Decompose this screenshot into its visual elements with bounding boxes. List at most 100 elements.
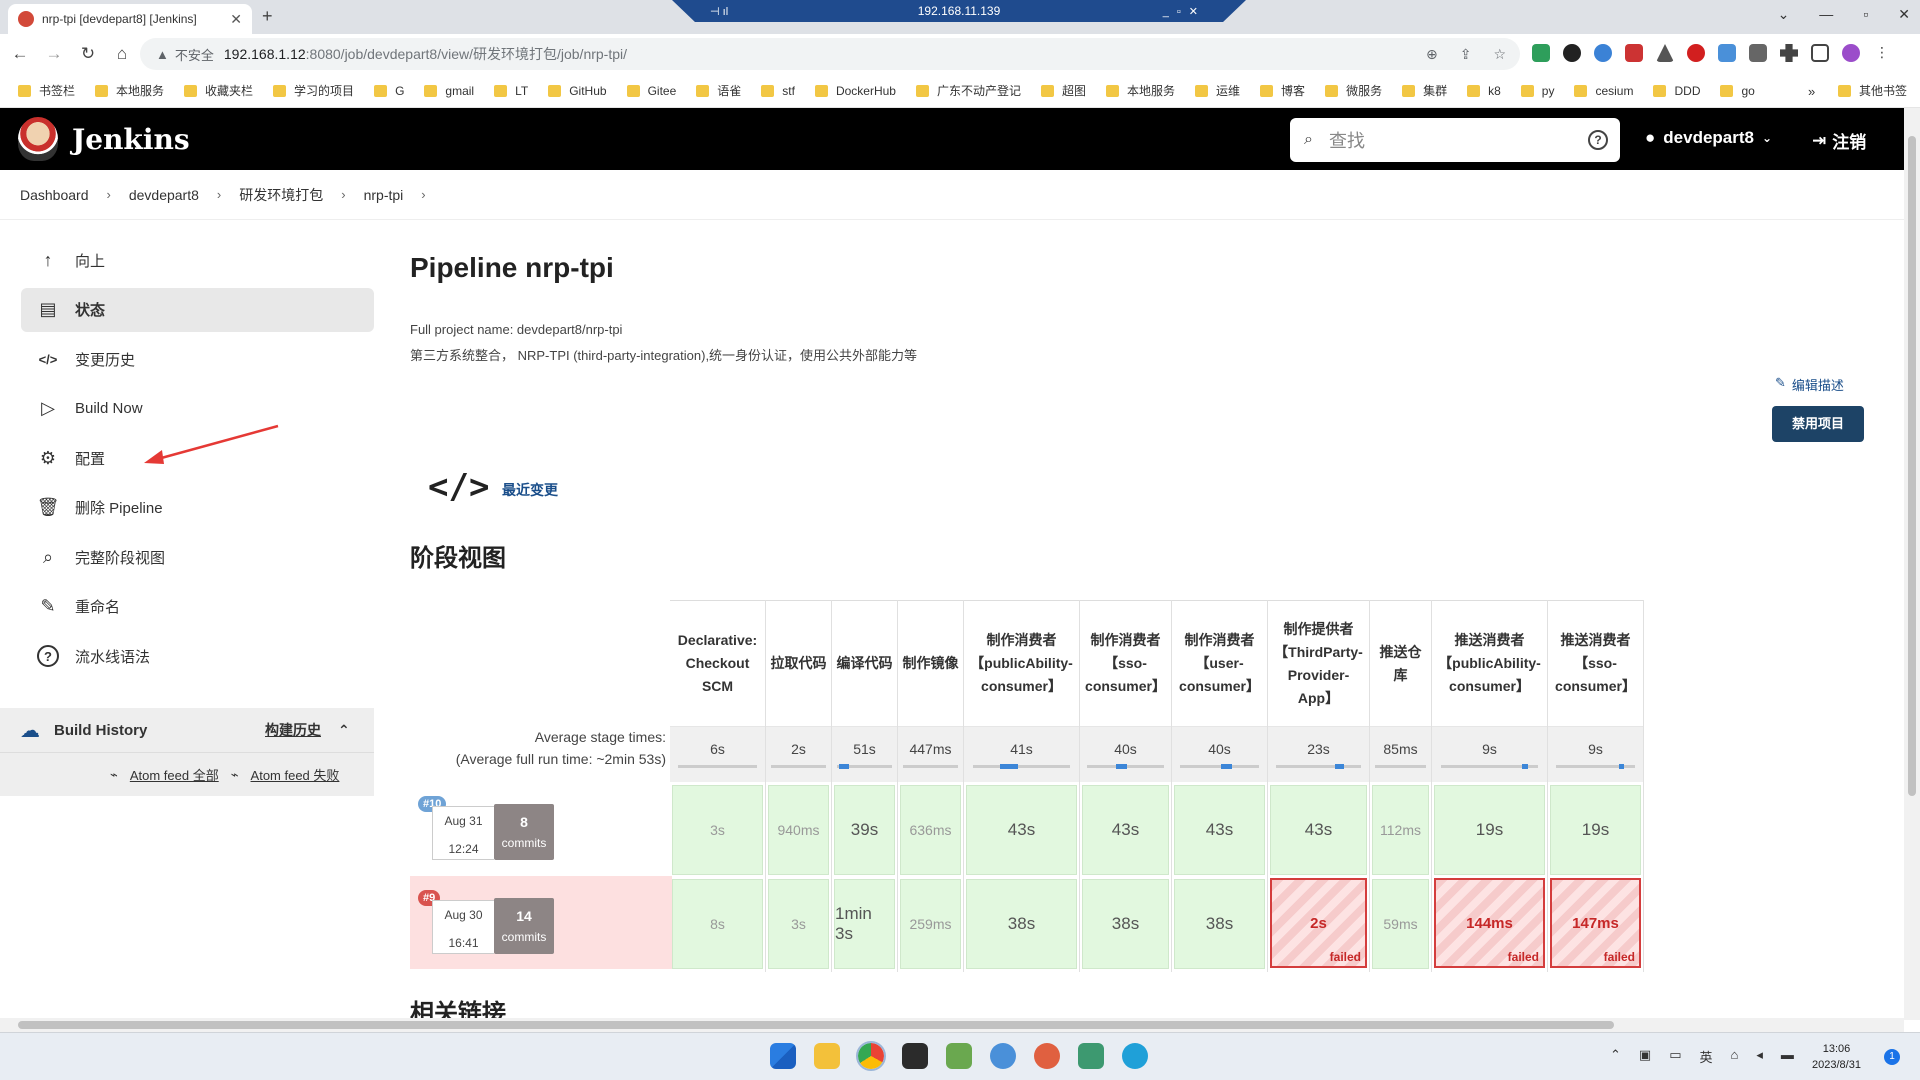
snail-app-icon[interactable]: [1034, 1043, 1060, 1069]
bookmark-item[interactable]: stf: [761, 84, 795, 98]
sidebar-item-help[interactable]: ? 流水线语法: [21, 634, 374, 678]
stage-cell[interactable]: 38s: [1174, 879, 1265, 969]
network-icon[interactable]: ⌂: [1731, 1047, 1739, 1066]
atom-feed-fail-link[interactable]: Atom feed 失败: [251, 765, 340, 784]
tab-search-icon[interactable]: ⌄: [1778, 6, 1790, 23]
browser-menu-icon[interactable]: ⋮: [1873, 44, 1891, 62]
sidebar-item-pencil[interactable]: ✎ 重命名: [21, 585, 374, 629]
disable-project-button[interactable]: 禁用项目: [1772, 406, 1864, 442]
bookmark-item[interactable]: 广东不动产登记: [915, 82, 1021, 99]
edit-description-link[interactable]: ✎ 编辑描述: [1775, 375, 1844, 394]
search-input[interactable]: 查找: [1329, 127, 1365, 153]
bookmark-item[interactable]: 收藏夹栏: [184, 82, 253, 99]
start-menu-icon[interactable]: [770, 1043, 796, 1069]
stage-cell[interactable]: 1min 3s: [834, 879, 895, 969]
stage-cell[interactable]: 8s: [672, 879, 763, 969]
breadcrumb-item[interactable]: devdepart8: [129, 187, 199, 203]
breadcrumb-item[interactable]: nrp-tpi: [364, 187, 404, 203]
stage-cell[interactable]: 940ms: [768, 785, 829, 875]
stage-cell[interactable]: 3s: [672, 785, 763, 875]
stage-cell[interactable]: 38s: [1082, 879, 1169, 969]
volume-icon[interactable]: ◂: [1756, 1047, 1763, 1066]
sidebar-item-trash[interactable]: 🗑 删除 Pipeline: [21, 486, 374, 530]
stage-cell[interactable]: 43s: [966, 785, 1077, 875]
stage-cell[interactable]: 43s: [1270, 785, 1367, 875]
profile-avatar-icon[interactable]: [1842, 44, 1860, 62]
jenkins-logo-icon[interactable]: [18, 117, 58, 161]
stage-cell[interactable]: 19s: [1550, 785, 1641, 875]
bookmark-item[interactable]: 微服务: [1325, 82, 1382, 99]
stage-cell[interactable]: 259ms: [900, 879, 961, 969]
zoom-icon[interactable]: ⊕: [1426, 46, 1438, 63]
new-tab-icon[interactable]: +: [262, 6, 273, 27]
sidebar-item-arrow-up[interactable]: ↑ 向上: [21, 238, 374, 282]
bookmark-item[interactable]: Gitee: [626, 84, 676, 98]
bookmark-item[interactable]: G: [374, 84, 404, 98]
horizontal-scrollbar[interactable]: [0, 1018, 1904, 1032]
stage-cell[interactable]: 39s: [834, 785, 895, 875]
extension-blue-icon[interactable]: [1594, 44, 1612, 62]
bookmark-item[interactable]: 运维: [1195, 82, 1240, 99]
stage-cell[interactable]: 3s: [768, 879, 829, 969]
bookmark-item[interactable]: 超图: [1041, 82, 1086, 99]
intellij-icon[interactable]: [902, 1043, 928, 1069]
bookmark-item[interactable]: GitHub: [548, 84, 607, 98]
tray-app-icon[interactable]: ▣: [1639, 1047, 1651, 1066]
atom-feed-all-link[interactable]: Atom feed 全部: [130, 765, 219, 784]
extension-infinity-icon[interactable]: [1563, 44, 1581, 62]
extension-triangle-icon[interactable]: [1656, 44, 1674, 62]
stage-cell[interactable]: 43s: [1174, 785, 1265, 875]
bookmark-item[interactable]: 博客: [1260, 82, 1305, 99]
breadcrumb-item[interactable]: 研发环境打包: [239, 185, 323, 205]
bookmark-item[interactable]: DDD: [1653, 84, 1700, 98]
bookmark-item[interactable]: DockerHub: [814, 84, 896, 98]
breadcrumb-item[interactable]: Dashboard: [20, 187, 89, 203]
clock[interactable]: 13:06 2023/8/31: [1812, 1041, 1861, 1073]
horizontal-scrollbar-thumb[interactable]: [18, 1021, 1614, 1029]
chevron-up-icon[interactable]: ⌃: [338, 722, 350, 739]
jenkins-title[interactable]: Jenkins: [72, 123, 190, 156]
side-panel-icon[interactable]: [1811, 44, 1829, 62]
other-bookmarks[interactable]: 其他书签: [1838, 82, 1907, 99]
bookmark-item[interactable]: 本地服务: [1106, 82, 1175, 99]
vertical-scrollbar-thumb[interactable]: [1908, 136, 1916, 796]
stage-cell[interactable]: 38s: [966, 879, 1077, 969]
battery-icon[interactable]: ▬: [1781, 1047, 1794, 1066]
build-commits[interactable]: 14 commits: [494, 898, 554, 954]
home-icon[interactable]: ⌂: [108, 44, 136, 64]
extension-record-icon[interactable]: [1687, 44, 1705, 62]
extension-grid-icon[interactable]: [1749, 44, 1767, 62]
build-date-card[interactable]: Aug 31 12:24: [432, 806, 494, 860]
tray-window-icon[interactable]: ▭: [1669, 1047, 1681, 1066]
bookmark-item[interactable]: gmail: [424, 84, 474, 98]
extensions-puzzle-icon[interactable]: [1780, 44, 1798, 62]
bookmarks-overflow-icon[interactable]: »: [1808, 84, 1815, 99]
search-box[interactable]: ⌕ 查找 ?: [1290, 118, 1620, 162]
bookmark-item[interactable]: k8: [1467, 84, 1501, 98]
stage-cell[interactable]: 43s: [1082, 785, 1169, 875]
help-icon[interactable]: ?: [1588, 130, 1608, 150]
build-history-link[interactable]: 构建历史: [265, 720, 321, 740]
share-icon[interactable]: ⇪: [1460, 46, 1472, 63]
stage-cell[interactable]: 19s: [1434, 785, 1545, 875]
maximize-icon[interactable]: ▫: [1863, 6, 1868, 23]
sidebar-item-search[interactable]: ⌕ 完整阶段视图: [21, 535, 374, 579]
notification-badge[interactable]: 1: [1884, 1049, 1900, 1065]
input-language[interactable]: 英: [1700, 1047, 1713, 1066]
tray-chevron-icon[interactable]: ⌃: [1610, 1047, 1621, 1066]
stage-cell[interactable]: 636ms: [900, 785, 961, 875]
bookmark-item[interactable]: 学习的项目: [273, 82, 354, 99]
stage-cell[interactable]: 144ms failed: [1434, 878, 1545, 968]
pin-icon[interactable]: ⊣ ıl: [710, 5, 728, 18]
remote-desktop-icon[interactable]: [1078, 1043, 1104, 1069]
bookmark-item[interactable]: 书签栏: [18, 82, 75, 99]
reload-icon[interactable]: ↻: [74, 44, 102, 64]
bookmark-item[interactable]: 集群: [1402, 82, 1447, 99]
edge-icon[interactable]: [1122, 1043, 1148, 1069]
extension-red-icon[interactable]: [1625, 44, 1643, 62]
stage-cell[interactable]: 2s failed: [1270, 878, 1367, 968]
recent-changes-link[interactable]: 最近变更: [502, 480, 558, 500]
file-explorer-icon[interactable]: [814, 1043, 840, 1069]
build-date-card[interactable]: Aug 30 16:41: [432, 900, 494, 954]
close-window-icon[interactable]: ✕: [1898, 6, 1910, 23]
